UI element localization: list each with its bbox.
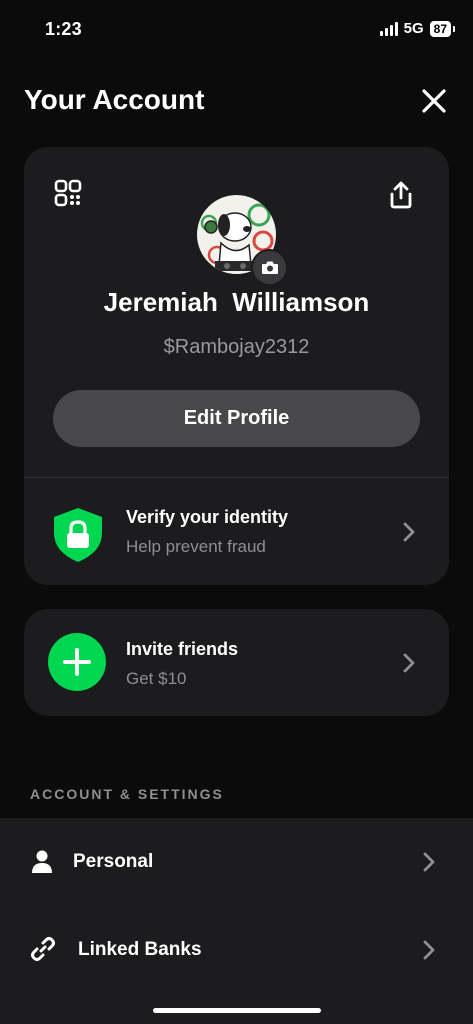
close-button[interactable] <box>421 88 447 114</box>
settings-item-personal[interactable]: Personal <box>0 818 473 904</box>
settings-item-linked-banks[interactable]: Linked Banks <box>0 906 473 992</box>
status-indicators: 5G 87 <box>379 20 456 37</box>
profile-cashtag: $Rambojay2312 <box>163 336 310 358</box>
network-type: 5G <box>403 20 424 37</box>
invite-subtitle: Get $10 <box>126 669 187 688</box>
invite-title: Invite friends <box>126 639 239 659</box>
edit-profile-button[interactable]: Edit Profile <box>53 390 420 447</box>
settings-label: Linked Banks <box>78 939 202 960</box>
battery-icon: 87 <box>429 20 456 37</box>
verify-identity-row[interactable]: Verify your identity Help prevent fraud <box>24 478 449 585</box>
change-photo-button[interactable] <box>251 249 288 286</box>
verify-title: Verify your identity <box>126 507 289 527</box>
chevron-right-icon <box>403 653 415 673</box>
section-header-account-settings: ACCOUNT & SETTINGS <box>30 786 224 802</box>
profile-card: Jeremiah Williamson $Rambojay2312 Edit P… <box>24 147 449 585</box>
close-icon <box>422 89 446 113</box>
chevron-right-icon <box>423 852 435 872</box>
page-title: Your Account <box>24 84 205 115</box>
plus-circle-icon <box>48 633 106 691</box>
chevron-right-icon <box>403 522 415 542</box>
share-icon <box>390 181 412 209</box>
status-time: 1:23 <box>45 19 82 39</box>
invite-friends-row[interactable]: Invite friends Get $10 <box>24 609 449 716</box>
settings-list: Personal Linked Banks <box>0 818 473 1024</box>
link-icon <box>31 937 55 961</box>
share-button[interactable] <box>387 180 415 210</box>
chevron-right-icon <box>423 940 435 960</box>
profile-name: Jeremiah Williamson <box>103 287 370 317</box>
verify-subtitle: Help prevent fraud <box>126 537 266 556</box>
camera-icon <box>261 261 278 274</box>
person-icon <box>32 850 52 873</box>
qr-code-button[interactable] <box>54 179 82 207</box>
account-screen: 1:23 5G 87 Your Account Jeremiah William… <box>0 0 473 1024</box>
shield-lock-icon <box>54 508 102 562</box>
home-indicator[interactable] <box>153 1008 321 1013</box>
settings-label: Personal <box>73 851 154 872</box>
qr-code-icon <box>54 179 82 207</box>
signal-icon <box>379 21 398 36</box>
